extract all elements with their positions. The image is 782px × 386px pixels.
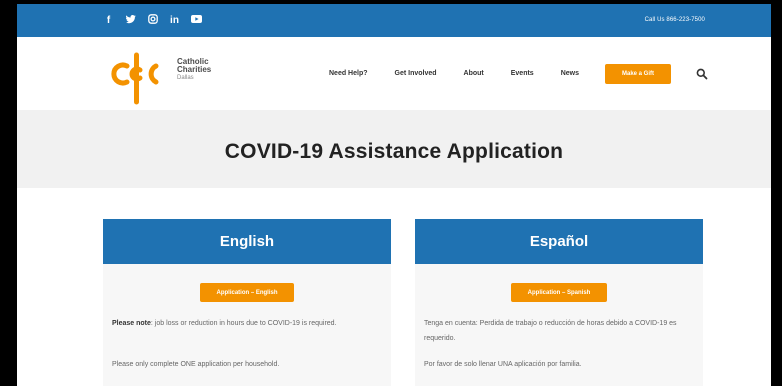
nav-news[interactable]: News [561,70,579,77]
english-note-household: Please only complete ONE application per… [112,361,280,368]
english-panel-title: English [103,219,391,264]
nav-about[interactable]: About [464,70,484,77]
page-title: COVID-19 Assistance Application [224,140,564,163]
search-icon[interactable] [696,67,708,80]
logo-line-2: Charities [177,65,212,74]
application-english-button[interactable]: Application – English [200,283,294,302]
spanish-panel: Español Application – Spanish Tenga en c… [415,219,703,386]
twitter-icon[interactable] [125,14,136,28]
logo-line-3: Dallas [177,75,194,81]
english-panel: English Application – English Please not… [103,219,391,386]
right-edge [771,0,782,386]
nav-get-involved[interactable]: Get Involved [395,70,437,77]
spanish-note-household: Por favor de solo llenar UNA aplicación … [424,361,582,368]
facebook-icon[interactable]: f [103,15,114,27]
english-note-job-loss: Please note: job loss or reduction in ho… [112,316,380,331]
call-us-link[interactable]: Call Us 866-223-7500 [645,17,705,23]
logo-text: Catholic Charities Dallas [177,58,211,82]
spanish-note-job-loss: Tenga en cuenta: Perdida de trabajo o re… [424,320,677,342]
instagram-icon[interactable] [147,14,158,28]
youtube-icon[interactable] [191,15,202,27]
make-a-gift-button[interactable]: Make a Gift [605,64,671,84]
top-edge [0,0,782,4]
nav-need-help[interactable]: Need Help? [329,70,368,77]
english-note-lead: Please note [112,320,151,327]
top-bar: f in Call Us 866-223-7500 [17,4,771,37]
english-note-rest: : job loss or reduction in hours due to … [150,320,337,327]
catholic-charities-logo[interactable] [109,52,164,105]
nav-events[interactable]: Events [511,70,534,77]
hero-banner: COVID-19 Assistance Application [17,110,771,188]
spanish-panel-title: Español [415,219,703,264]
application-spanish-button[interactable]: Application – Spanish [511,283,607,302]
left-edge [0,0,17,386]
page: f in Call Us 866-223-7500 Catholic Chari… [0,0,782,386]
social-links: f in [103,14,202,28]
site-header: Catholic Charities Dallas Need Help? Get… [17,37,771,110]
linkedin-icon[interactable]: in [169,15,180,27]
main-nav: Need Help? Get Involved About Events New… [329,70,606,77]
